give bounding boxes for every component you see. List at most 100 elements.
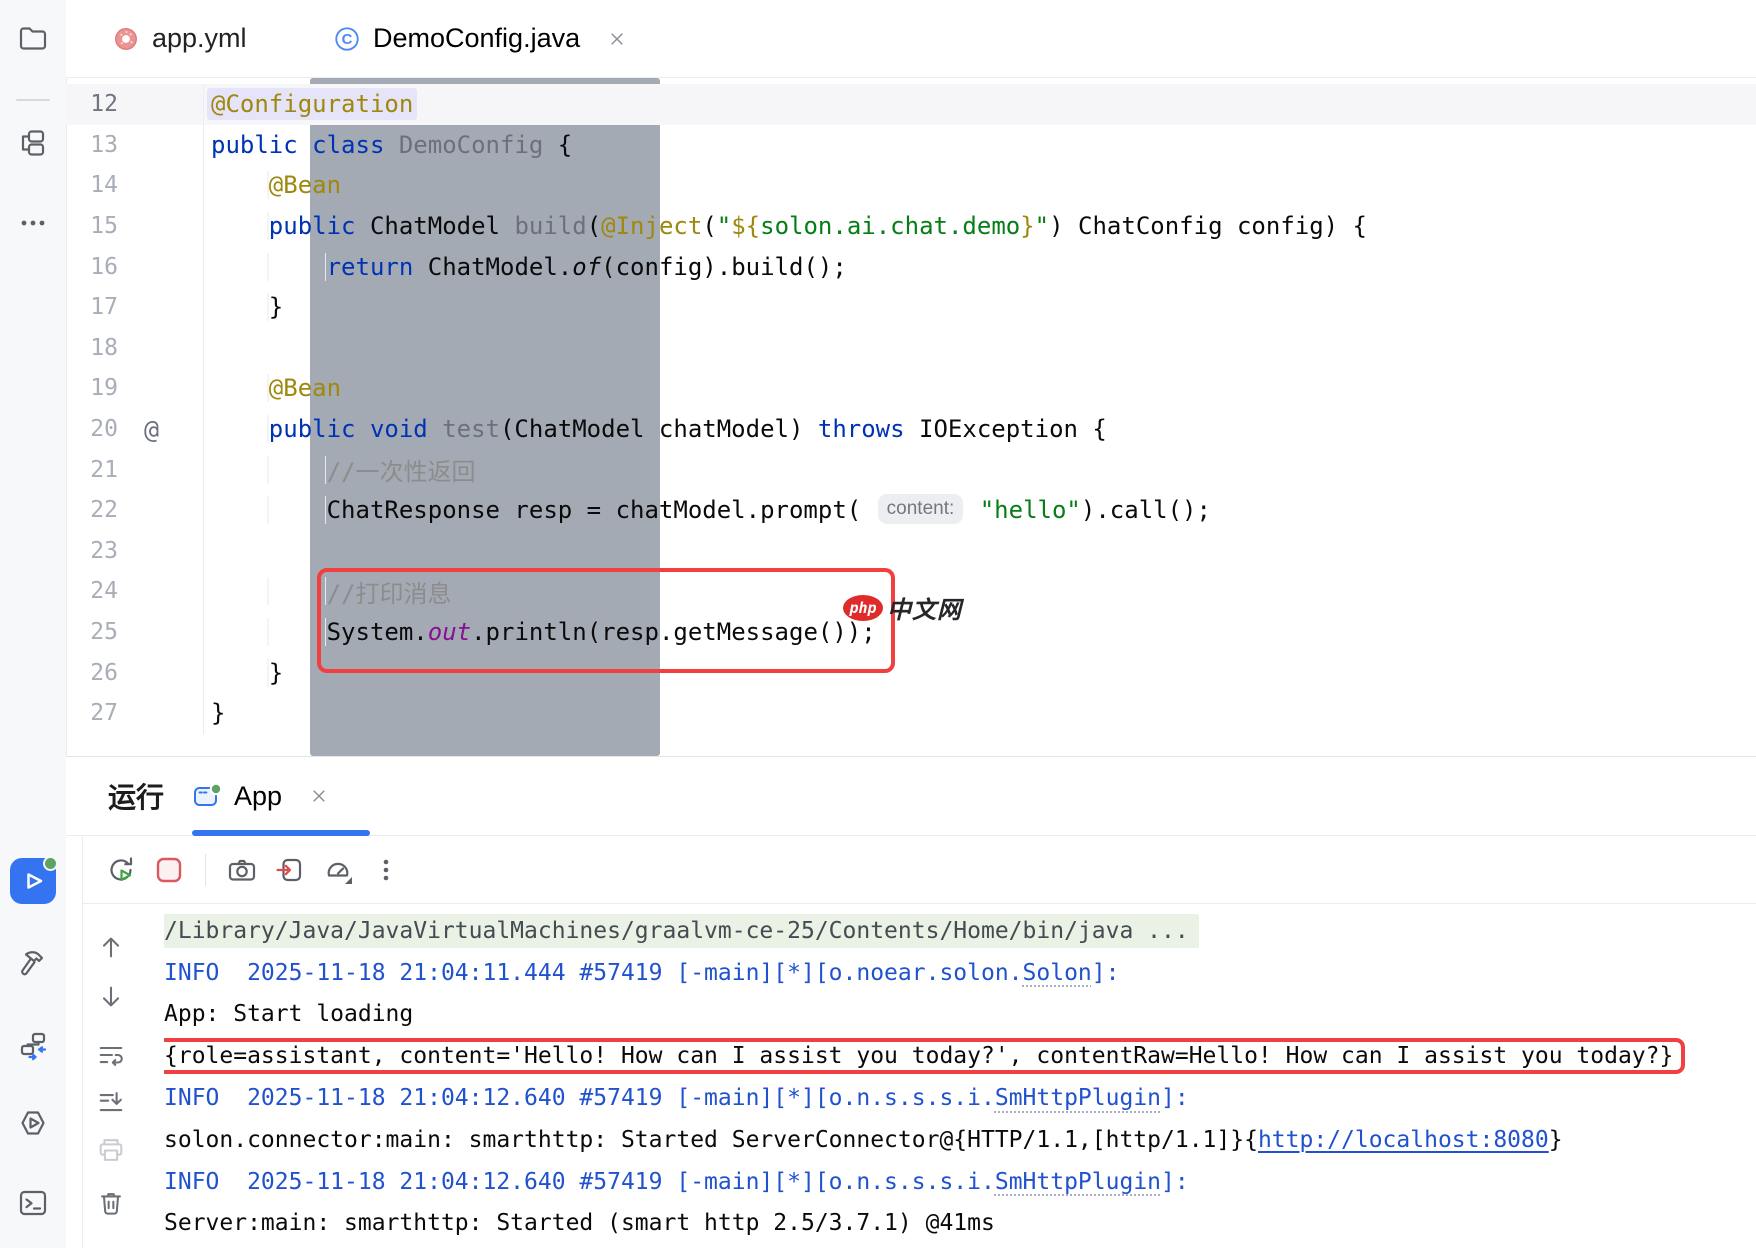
console-token: Solon [1023, 960, 1092, 986]
line-number: 20 [66, 416, 118, 442]
code-editor[interactable]: 12@Configuration13public class DemoConfi… [66, 78, 1756, 756]
code-line: 27} [66, 693, 1756, 734]
line-number: 18 [66, 335, 118, 361]
inlay-hint: content: [878, 494, 964, 524]
run-panel-title: 运行 [108, 757, 164, 835]
line-number: 12 [66, 91, 118, 117]
console-token: {role=assistant, content='Hello! How can… [164, 1043, 1673, 1069]
print-icon[interactable] [96, 1135, 126, 1165]
code-token: ChatModel. [428, 253, 573, 281]
structure-icon[interactable] [17, 127, 49, 159]
code-line-text: public class DemoConfig { [204, 125, 1756, 166]
camera-icon[interactable] [226, 854, 258, 886]
line-number: 17 [66, 294, 118, 320]
code-token: public void [269, 415, 442, 443]
code-token [965, 496, 979, 524]
project-folder-icon[interactable] [17, 22, 49, 54]
code-token: ChatResponse resp = chatModel.prompt( [327, 496, 862, 524]
code-token: System. [327, 618, 428, 646]
toolbar-divider [205, 854, 206, 886]
code-line: 23 [66, 531, 1756, 572]
code-line: 17 } [66, 287, 1756, 328]
code-line-text: @Configuration [204, 84, 1756, 125]
editor-gutter: 18 [66, 328, 204, 369]
terminal-icon[interactable] [17, 1187, 49, 1219]
code-line: 25 System.out.println(resp.getMessage())… [66, 612, 1756, 653]
more-tools-icon[interactable] [17, 207, 49, 239]
code-line-text: //打印消息 [204, 571, 1756, 612]
code-line-text: } [204, 287, 1756, 328]
services-icon[interactable] [17, 1030, 49, 1062]
gauge-icon[interactable] [322, 854, 354, 886]
code-token: @Inject [601, 212, 702, 240]
code-line: 22 ChatResponse resp = chatModel.prompt(… [66, 490, 1756, 531]
code-token: (config).build(); [601, 253, 847, 281]
app-window-icon [192, 782, 222, 810]
exit-icon[interactable] [274, 854, 306, 886]
annotation-box-console: {role=assistant, content='Hello! How can… [164, 1038, 1685, 1074]
run-anything-hexagon-icon[interactable] [17, 1107, 49, 1139]
code-line: 18 [66, 328, 1756, 369]
arrow-down-icon[interactable] [96, 982, 126, 1012]
code-line-text: //一次性返回 [204, 449, 1756, 490]
code-token: public [269, 212, 370, 240]
more-vertical-icon[interactable] [370, 854, 402, 886]
close-icon[interactable] [608, 30, 626, 48]
run-panel-header: 运行 App [66, 757, 1756, 836]
editor-gutter: 14 [66, 165, 204, 206]
line-number: 22 [66, 497, 118, 523]
console-token: /Library/Java/JavaVirtualMachines/graalv… [164, 918, 1189, 944]
annotation-gutter-icon[interactable]: @ [118, 415, 203, 444]
code-token: } [1020, 212, 1034, 240]
code-token: } [211, 699, 225, 727]
stop-icon[interactable] [153, 854, 185, 886]
console-link[interactable]: http://localhost:8080 [1258, 1127, 1549, 1153]
editor-gutter: 25 [66, 612, 204, 653]
console-toolbar [83, 904, 164, 1248]
tab-app-run[interactable]: App [192, 757, 328, 835]
clear-trash-icon[interactable] [96, 1188, 126, 1218]
run-toolwindow-button[interactable] [10, 858, 56, 904]
code-token: " [1035, 212, 1049, 240]
editor-gutter: 27 [66, 693, 204, 734]
console-area: /Library/Java/JavaVirtualMachines/graalv… [83, 904, 1756, 1248]
arrow-up-icon[interactable] [96, 932, 126, 962]
editor-gutter: 23 [66, 531, 204, 572]
console-token: ]: [1161, 1169, 1189, 1195]
line-number: 26 [66, 660, 118, 686]
console-line: /Library/Java/JavaVirtualMachines/graalv… [164, 910, 1756, 952]
code-token: ) ChatConfig config) { [1049, 212, 1367, 240]
tab-label: App [234, 781, 282, 812]
tab-democonfig-java[interactable]: C DemoConfig.java [333, 0, 626, 77]
code-token: //打印消息 [327, 574, 452, 609]
code-token [211, 253, 327, 281]
code-token: (ChatModel chatModel) [500, 415, 818, 443]
console-line-text: App: Start loading [164, 1001, 413, 1027]
line-number: 16 [66, 254, 118, 280]
console-line: INFO 2025-11-18 21:04:12.640 #57419 [-ma… [164, 1161, 1756, 1203]
line-number: 24 [66, 578, 118, 604]
line-number: 21 [66, 457, 118, 483]
code-line-text: public ChatModel build(@Inject("${solon.… [204, 206, 1756, 247]
code-line: 12 @Configuration [66, 84, 1756, 125]
code-token: ( [702, 212, 716, 240]
soft-wrap-icon[interactable] [96, 1040, 126, 1070]
tab-app-yml[interactable]: app.yml [112, 0, 247, 77]
scroll-to-end-icon[interactable] [96, 1088, 126, 1118]
close-icon[interactable] [310, 787, 328, 805]
code-line: 15 public ChatModel build(@Inject("${sol… [66, 206, 1756, 247]
console-output[interactable]: /Library/Java/JavaVirtualMachines/graalv… [164, 904, 1756, 1248]
build-hammer-icon[interactable] [17, 947, 49, 979]
code-token: } [269, 659, 283, 687]
code-token: " [717, 212, 731, 240]
code-line-text: ChatResponse resp = chatModel.prompt( co… [204, 490, 1756, 531]
code-token [861, 496, 875, 524]
line-number: 15 [66, 213, 118, 239]
code-token: ${ [731, 212, 760, 240]
code-token: ).call(); [1081, 496, 1211, 524]
code-token [211, 293, 269, 321]
code-token: @Bean [269, 171, 341, 199]
code-token [211, 577, 327, 605]
main-area: app.yml C DemoConfig.java 12 @Configurati… [66, 0, 1756, 1248]
rerun-icon[interactable] [105, 854, 137, 886]
